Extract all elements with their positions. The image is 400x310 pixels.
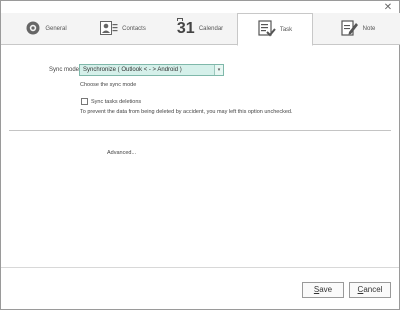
tab-note[interactable]: Note <box>331 13 385 45</box>
tab-calendar[interactable]: 31 Calendar <box>169 13 231 45</box>
sync-deletions-checkbox[interactable] <box>81 98 88 105</box>
gear-icon <box>25 20 41 38</box>
sync-mode-label: Sync mode: <box>49 67 81 73</box>
sync-deletions-hint: To prevent the data from being deleted b… <box>80 109 293 115</box>
cancel-label-rest: ancel <box>363 285 383 294</box>
advanced-link[interactable]: Advanced... <box>107 150 136 156</box>
calendar-day-number: 31 <box>176 20 195 37</box>
section-divider <box>9 130 391 131</box>
tab-bar: General Contacts 31 Calendar Task Note <box>1 13 400 46</box>
sync-mode-selected-value: Synchronize ( Outlook < - > Android ) <box>83 67 182 73</box>
cancel-button[interactable]: Cancel <box>349 282 391 298</box>
contacts-icon <box>100 20 118 38</box>
sync-mode-dropdown[interactable]: Synchronize ( Outlook < - > Android ) ▾ <box>79 64 224 76</box>
tab-label: General <box>45 26 67 32</box>
close-icon[interactable]: ✕ <box>383 3 393 13</box>
footer-divider <box>1 267 399 268</box>
sync-deletions-option[interactable]: Sync tasks deletions <box>81 98 141 105</box>
tab-label: Contacts <box>122 26 146 32</box>
tab-general[interactable]: General <box>15 13 77 45</box>
tab-label: Task <box>279 26 293 33</box>
tab-label: Note <box>362 26 376 32</box>
sync-mode-hint: Choose the sync mode <box>80 82 137 88</box>
calendar-icon: 31 <box>176 18 195 39</box>
tab-label: Calendar <box>198 26 224 32</box>
task-settings-panel: Sync mode: Synchronize ( Outlook < - > A… <box>1 46 399 266</box>
sync-settings-window: ✕ General Contacts 31 Calendar Task Note… <box>0 0 400 310</box>
tab-task[interactable]: Task <box>237 13 313 46</box>
save-button[interactable]: Save <box>302 282 344 298</box>
chevron-down-icon[interactable]: ▾ <box>214 65 223 75</box>
sync-deletions-label: Sync tasks deletions <box>91 98 142 105</box>
task-checklist-icon <box>258 19 276 40</box>
note-pencil-icon <box>341 19 359 39</box>
save-label-rest: ave <box>319 285 333 294</box>
tab-contacts[interactable]: Contacts <box>93 13 153 45</box>
